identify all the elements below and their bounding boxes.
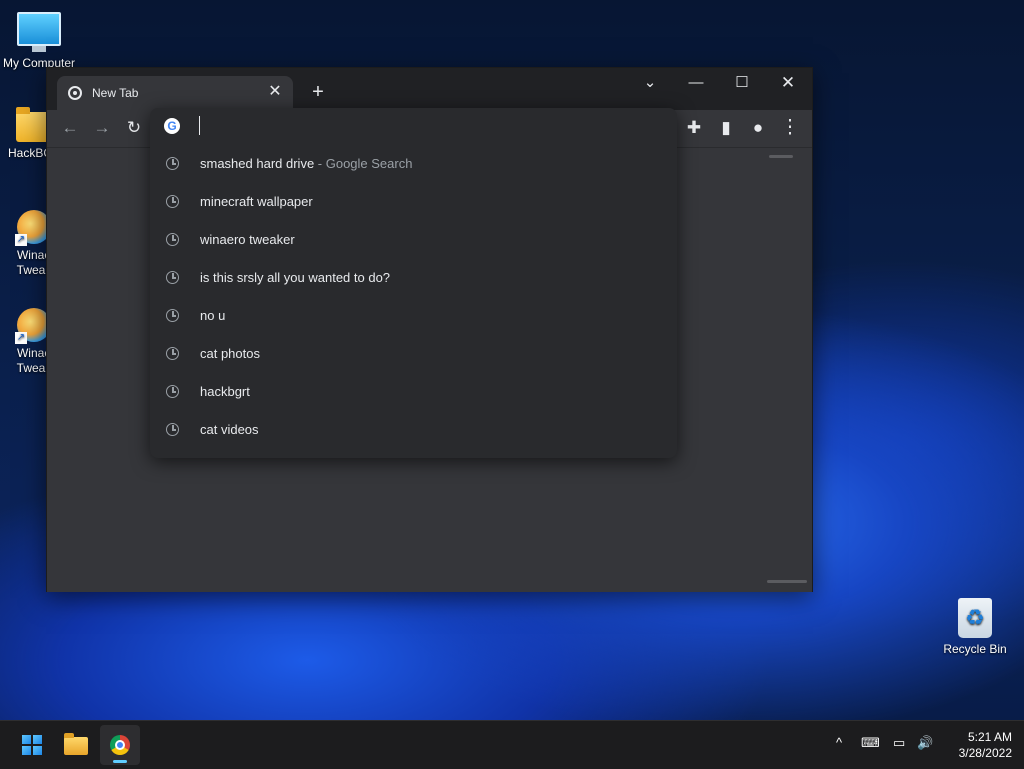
suggestion-query: smashed hard drive [200,156,315,171]
desktop-icon-label: Recycle Bin [943,642,1007,656]
taskbar-chrome[interactable] [100,725,140,765]
suggestion-item[interactable]: hackbgrt [150,373,677,411]
maximize-button[interactable]: ☐ [719,68,765,98]
omnibox-input[interactable]: G [150,108,677,144]
active-indicator [113,760,127,763]
omnibox-dropdown: G smashed hard drive - Google Search mine… [150,108,677,458]
suggestion-text: no u [200,308,225,323]
history-clock-icon [166,347,179,360]
back-button[interactable]: ← [56,114,84,142]
desktop-icon-my-computer[interactable]: My Computer [1,12,77,71]
show-hidden-icons-chevron-icon[interactable]: ^ [836,735,842,750]
suggestion-text: cat photos [200,346,260,361]
volume-icon[interactable]: 🔊 [917,735,933,751]
suggestion-text: is this srsly all you wanted to do? [200,270,390,285]
chrome-icon [110,735,130,755]
history-clock-icon [166,385,179,398]
suggestion-query: is this srsly all you wanted to do? [200,270,391,285]
profile-button[interactable]: ● [744,114,772,142]
suggestion-source: - Google Search [314,156,413,171]
menu-button[interactable]: ⋮ [776,114,804,142]
tab-search-button[interactable]: ⌄ [627,68,673,98]
shortcut-arrow-icon: ↗ [15,332,27,344]
suggestion-item[interactable]: winaero tweaker [150,221,677,259]
suggestion-query: hackbgrt [200,384,250,399]
suggestion-query: cat photos [200,346,260,361]
windows-start-icon [22,735,42,755]
suggestion-text: cat videos [200,422,259,437]
suggestion-query: no u [200,308,226,323]
taskbar: ^ ⌨ ▭ 🔊 5:21 AM 3/28/2022 [0,720,1024,769]
reload-button[interactable]: ↻ [120,114,148,142]
history-clock-icon [166,309,179,322]
tab-title: New Tab [92,86,139,100]
history-clock-icon [166,157,179,170]
suggestion-query: minecraft wallpaper [200,194,313,209]
clock-date: 3/28/2022 [958,746,1012,760]
side-panel-button[interactable]: ▮ [712,114,740,142]
title-bar[interactable]: New Tab ✕ + ⌄ — ☐ ✕ [47,68,812,110]
history-clock-icon [166,233,179,246]
suggestion-item[interactable]: smashed hard drive - Google Search [150,145,677,183]
suggestion-item[interactable]: cat videos [150,411,677,449]
minimize-button[interactable]: — [673,68,719,98]
page-decoration [769,155,793,158]
suggestion-query: cat videos [200,422,259,437]
history-clock-icon [166,195,179,208]
history-clock-icon [166,271,179,284]
suggestion-text: smashed hard drive - Google Search [200,156,412,171]
suggestion-item[interactable]: is this srsly all you wanted to do? [150,259,677,297]
forward-button[interactable]: → [88,114,116,142]
start-button[interactable] [12,725,52,765]
suggestion-text: hackbgrt [200,384,250,399]
tab-new-tab[interactable]: New Tab ✕ [57,76,293,110]
chrome-favicon-icon [68,86,82,100]
keyboard-icon[interactable]: ⌨ [861,735,880,751]
system-clock[interactable]: 5:21 AM 3/28/2022 [940,729,1012,761]
extensions-button[interactable]: ✚ [680,114,708,142]
suggestion-item[interactable]: minecraft wallpaper [150,183,677,221]
desktop-icon-recycle-bin[interactable]: ♻ Recycle Bin [937,598,1013,657]
suggestion-text: minecraft wallpaper [200,194,313,209]
text-caret [199,116,200,135]
page-decoration [767,580,807,583]
tab-close-button[interactable]: ✕ [265,82,285,102]
network-icon[interactable]: ▭ [893,735,905,751]
recycle-bin-icon: ♻ [958,598,992,638]
suggestion-item[interactable]: no u [150,297,677,335]
suggestion-query: winaero tweaker [200,232,295,247]
monitor-icon [17,12,61,52]
new-tab-button[interactable]: + [307,81,329,103]
history-clock-icon [166,423,179,436]
close-window-button[interactable]: ✕ [765,68,811,98]
google-icon: G [164,118,180,134]
shortcut-arrow-icon: ↗ [15,234,27,246]
taskbar-file-explorer[interactable] [56,725,96,765]
suggestion-item[interactable]: cat photos [150,335,677,373]
clock-time: 5:21 AM [967,730,1012,744]
folder-icon [64,733,88,755]
suggestion-text: winaero tweaker [200,232,295,247]
